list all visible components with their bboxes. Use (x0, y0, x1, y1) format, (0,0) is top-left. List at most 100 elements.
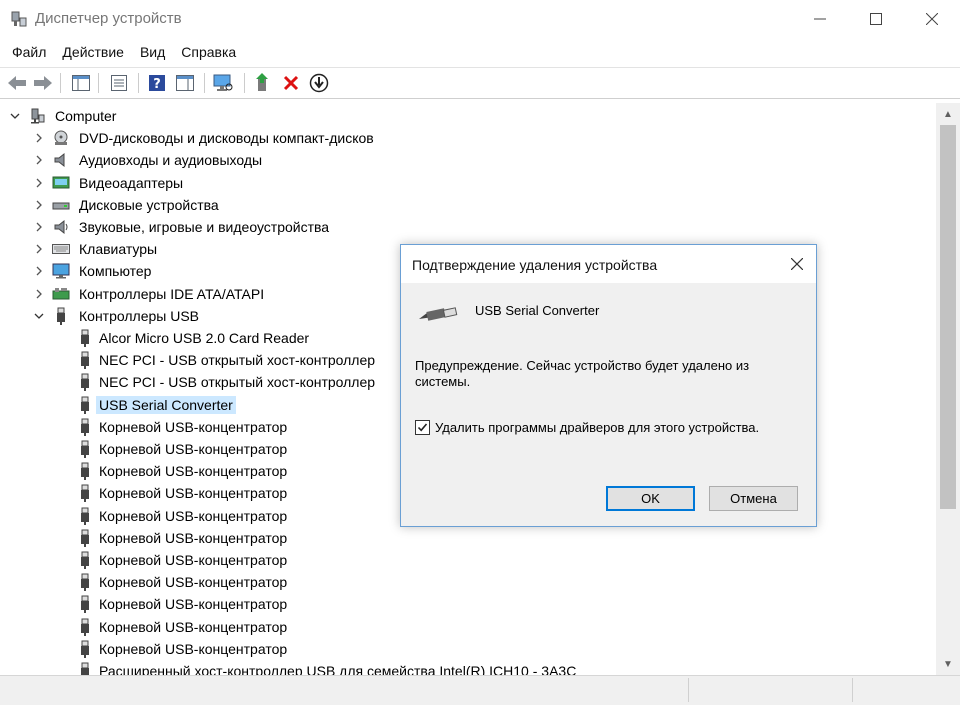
menu-help[interactable]: Справка (181, 44, 236, 60)
title-bar: Диспетчер устройств (0, 0, 960, 38)
expand-chevron-icon[interactable] (32, 220, 46, 234)
expand-chevron-icon[interactable] (32, 287, 46, 301)
close-button[interactable] (904, 0, 960, 38)
menu-action[interactable]: Действие (62, 44, 124, 60)
status-bar (0, 675, 960, 705)
maximize-button[interactable] (848, 0, 904, 38)
tree-category[interactable]: Контроллеры IDE ATA/ATAPI (32, 283, 267, 305)
usb-device-item[interactable]: Корневой USB-концентратор (76, 460, 290, 482)
dvd-drive-icon (52, 129, 70, 147)
usb-device-label: Корневой USB-концентратор (99, 418, 288, 435)
usb-icon (52, 307, 70, 325)
usb-device-icon (76, 573, 94, 592)
usb-device-icon (76, 551, 94, 569)
collapse-chevron-icon[interactable] (8, 109, 22, 123)
dialog-title: Подтверждение удаления устройства (412, 257, 658, 273)
display-adapter-icon (52, 174, 70, 192)
update-driver-icon[interactable] (252, 72, 274, 94)
usb-device-icon (76, 440, 94, 458)
tree-category-label: Дисковые устройства (79, 196, 219, 213)
menu-view[interactable]: Вид (140, 44, 165, 60)
usb-device-icon (76, 351, 94, 370)
cancel-button[interactable]: Отмена (709, 486, 798, 511)
uninstall-device-icon[interactable] (280, 72, 302, 94)
console-tree-icon[interactable] (70, 72, 92, 94)
delete-driver-checkbox-row[interactable]: Удалить программы драйверов для этого ус… (415, 420, 759, 435)
ide-controller-icon (52, 285, 70, 303)
usb-device-icon (76, 462, 94, 481)
usb-device-item[interactable]: NEC PCI - USB открытый хост-контроллер (76, 349, 378, 371)
usb-device-item[interactable]: Корневой USB-концентратор (76, 638, 290, 660)
scrollbar-thumb[interactable] (940, 125, 956, 509)
device-manager-icon (10, 10, 28, 28)
collapse-chevron-icon[interactable] (32, 309, 46, 323)
tree-category[interactable]: Контроллеры USB (32, 305, 202, 327)
menu-file[interactable]: Файл (12, 44, 46, 60)
toolbar: ? (0, 67, 960, 99)
tree-root-computer[interactable]: Computer (8, 105, 119, 127)
ok-button[interactable]: OK (606, 486, 695, 511)
tree-category[interactable]: Компьютер (32, 260, 154, 282)
tree-category[interactable]: Видеоадаптеры (32, 172, 186, 194)
expand-chevron-icon[interactable] (32, 153, 46, 167)
usb-device-icon (76, 418, 94, 436)
download-icon[interactable] (308, 72, 330, 94)
tree-category[interactable]: DVD-дисководы и дисководы компакт-дисков (32, 127, 377, 149)
usb-device-item[interactable]: USB Serial Converter (76, 394, 236, 416)
usb-device-icon (76, 529, 94, 547)
usb-device-icon (76, 595, 94, 614)
usb-device-label: Корневой USB-концентратор (99, 618, 288, 635)
expand-chevron-icon[interactable] (32, 198, 46, 212)
usb-device-item[interactable]: Alcor Micro USB 2.0 Card Reader (76, 327, 312, 349)
usb-device-icon (76, 396, 94, 414)
window-title: Диспетчер устройств (35, 10, 182, 27)
expand-chevron-icon[interactable] (32, 131, 46, 145)
minimize-button[interactable] (792, 0, 848, 38)
action-pane-icon[interactable] (174, 72, 196, 94)
tree-category-label: Компьютер (79, 263, 152, 280)
help-icon[interactable]: ? (146, 72, 168, 94)
properties-icon[interactable] (108, 72, 130, 94)
usb-device-label: Alcor Micro USB 2.0 Card Reader (99, 330, 310, 346)
tree-category-label: Клавиатуры (79, 241, 158, 258)
expand-chevron-icon[interactable] (32, 176, 46, 190)
usb-device-item[interactable]: Корневой USB-концентратор (76, 482, 290, 504)
usb-device-item[interactable]: Корневой USB-концентратор (76, 571, 290, 593)
monitor-icon (52, 262, 70, 280)
usb-plug-icon (417, 305, 459, 325)
back-arrow-icon[interactable] (6, 72, 28, 94)
tree-category[interactable]: Клавиатуры (32, 238, 160, 260)
usb-device-item[interactable]: NEC PCI - USB открытый хост-контроллер (76, 371, 378, 393)
tree-category-label: Звуковые, игровые и видеоустройства (79, 219, 330, 235)
usb-device-item[interactable]: Корневой USB-концентратор (76, 416, 290, 438)
usb-device-item[interactable]: Корневой USB-концентратор (76, 438, 290, 460)
usb-device-icon (76, 484, 94, 503)
usb-device-item[interactable]: Корневой USB-концентратор (76, 505, 290, 527)
expand-chevron-icon[interactable] (32, 242, 46, 256)
usb-device-item[interactable]: Корневой USB-концентратор (76, 616, 290, 638)
sound-device-icon (52, 218, 70, 236)
usb-device-label: NEC PCI - USB открытый хост-контроллер (99, 374, 376, 391)
usb-device-icon (76, 640, 94, 658)
delete-driver-checkbox[interactable] (415, 420, 430, 435)
usb-device-label: Корневой USB-концентратор (99, 529, 288, 546)
tree-category[interactable]: Дисковые устройства (32, 194, 222, 216)
scroll-up-icon[interactable]: ▲ (936, 105, 960, 123)
usb-device-label: Корневой USB-концентратор (99, 596, 288, 613)
usb-device-item[interactable]: Расширенный хост-контроллер USB для семе… (76, 660, 579, 675)
dialog-close-icon[interactable] (788, 255, 806, 273)
tree-category[interactable]: Звуковые, игровые и видеоустройства (32, 216, 332, 238)
vertical-scrollbar[interactable]: ▲ ▼ (936, 103, 960, 675)
usb-device-item[interactable]: Корневой USB-концентратор (76, 527, 290, 549)
tree-category-label: DVD-дисководы и дисководы компакт-дисков (79, 130, 374, 147)
usb-device-item[interactable]: Корневой USB-концентратор (76, 593, 290, 615)
usb-device-icon (76, 662, 94, 675)
tree-category[interactable]: Аудиовходы и аудиовыходы (32, 149, 265, 171)
scan-hardware-icon[interactable] (212, 72, 234, 94)
scroll-down-icon[interactable]: ▼ (936, 655, 960, 673)
usb-device-label: Корневой USB-концентратор (99, 507, 288, 524)
expand-chevron-icon[interactable] (32, 264, 46, 278)
forward-arrow-icon[interactable] (32, 72, 54, 94)
confirm-uninstall-dialog: Подтверждение удаления устройства USB Se… (400, 244, 817, 527)
usb-device-item[interactable]: Корневой USB-концентратор (76, 549, 290, 571)
